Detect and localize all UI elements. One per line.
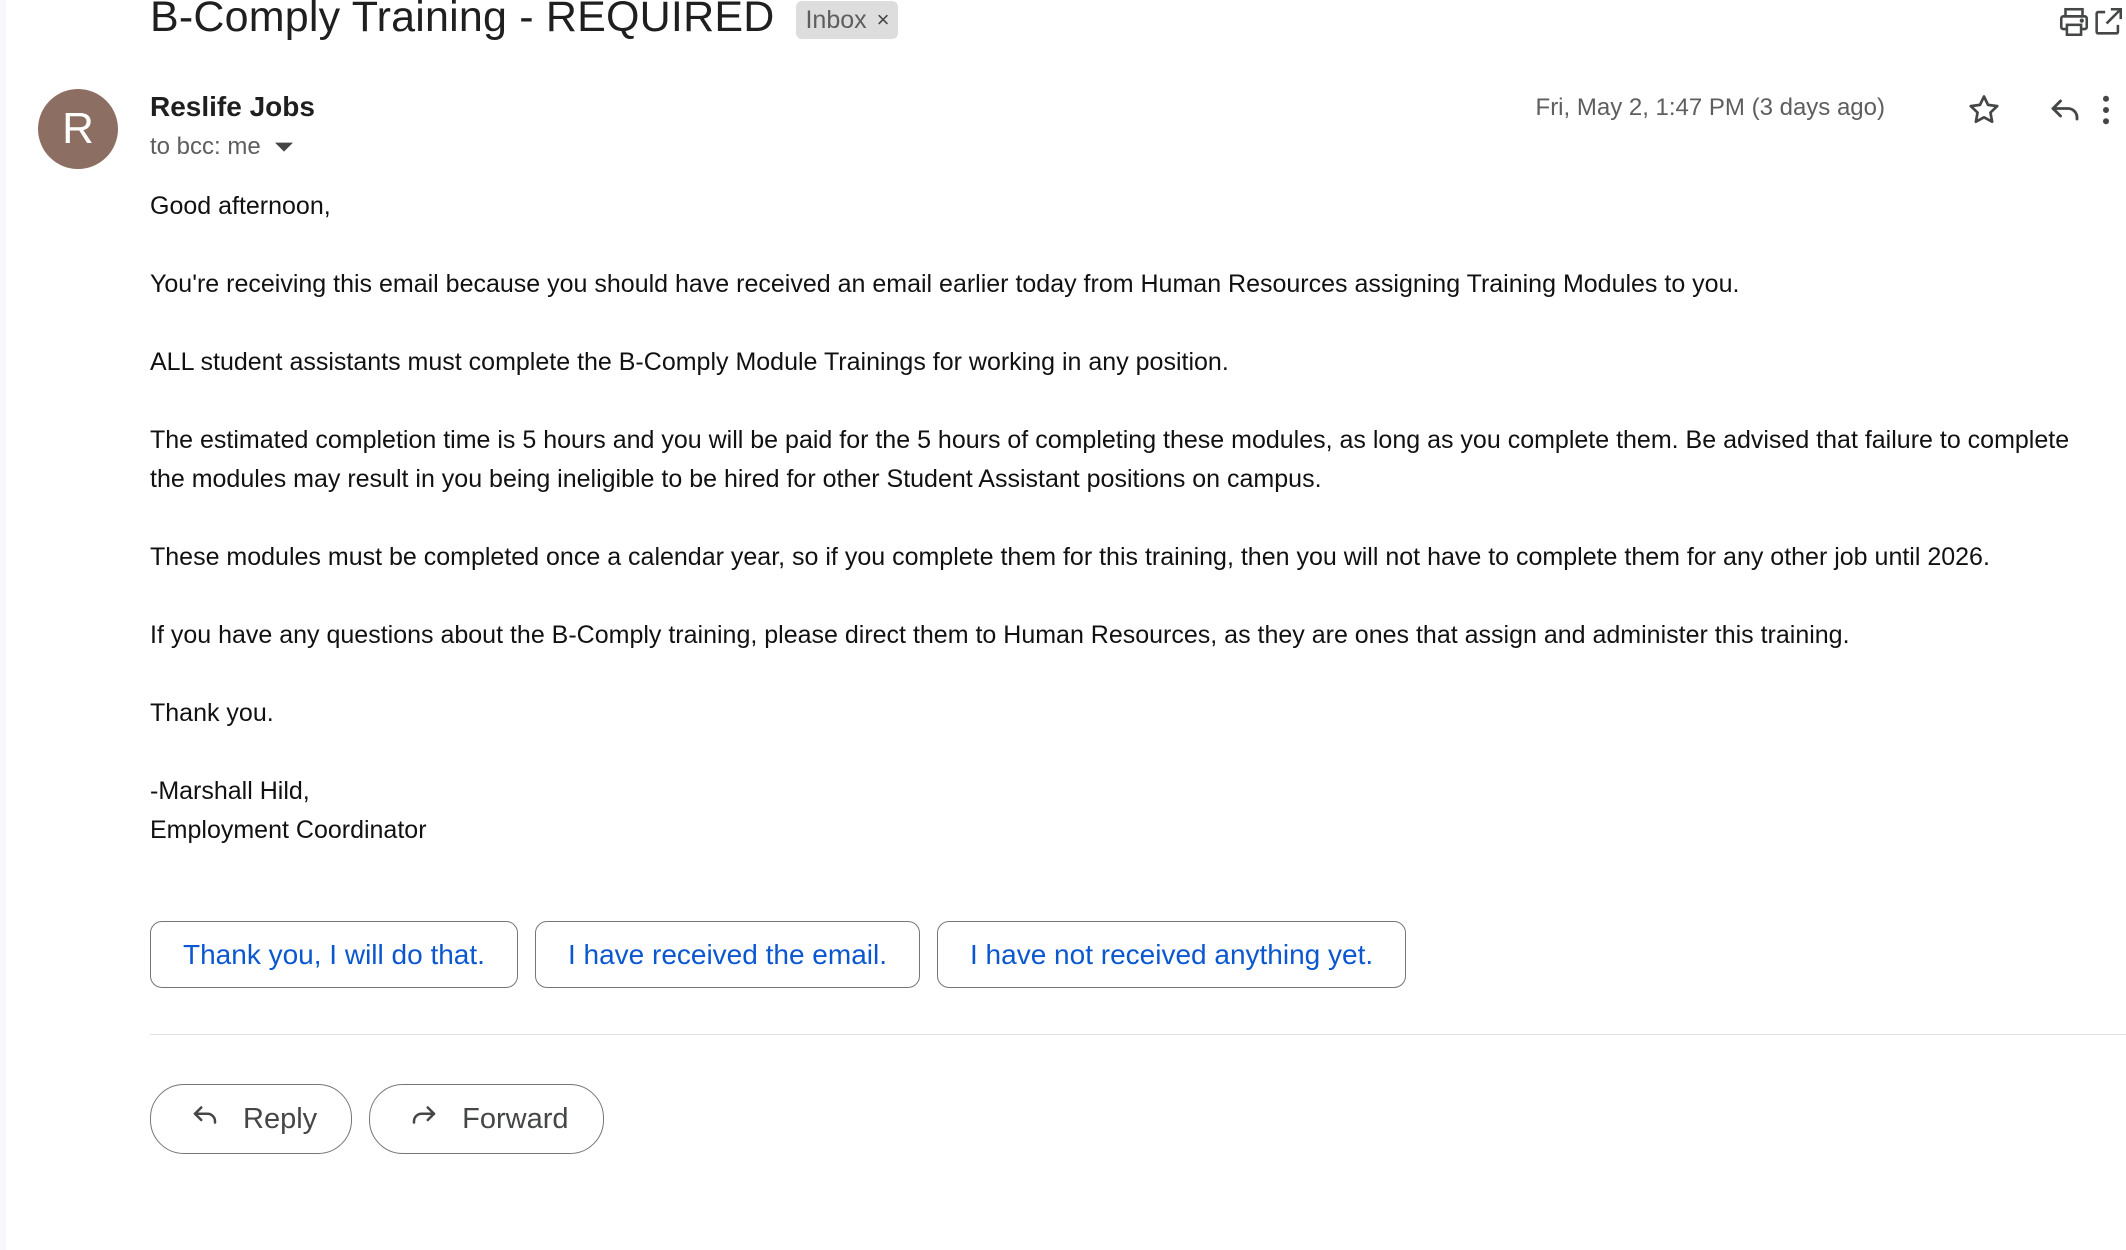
greeting: Good afternoon, [150, 192, 331, 220]
reply-actions: Reply Forward [150, 1084, 604, 1154]
paragraph-completion-time: The estimated completion time is 5 hours… [150, 426, 2070, 493]
paragraph-once-a-year: These modules must be completed once a c… [150, 543, 1990, 571]
reply-button[interactable]: Reply [150, 1084, 353, 1154]
star-icon[interactable] [1962, 88, 2006, 132]
subject-row: B-Comply Training - REQUIRED Inbox × [150, 0, 898, 52]
forward-icon [408, 1100, 440, 1138]
email-date: Fri, May 2, 1:47 PM (3 days ago) [1535, 94, 1885, 121]
smart-reply-button[interactable]: I have received the email. [534, 921, 920, 988]
smart-replies: Thank you, I will do that. I have receiv… [150, 921, 1407, 988]
dropdown-arrow-icon[interactable] [274, 133, 293, 161]
label-name: Inbox [805, 5, 867, 34]
email-subject: B-Comply Training - REQUIRED [150, 0, 775, 41]
smart-reply-button[interactable]: I have not received anything yet. [937, 921, 1407, 988]
thanks: Thank you. [150, 699, 274, 727]
signature-title: Employment Coordinator [150, 816, 427, 844]
forward-button[interactable]: Forward [369, 1084, 604, 1154]
smart-reply-button[interactable]: Thank you, I will do that. [150, 921, 518, 988]
paragraph-questions: If you have any questions about the B-Co… [150, 621, 1850, 649]
recipients-text: to bcc: me [150, 133, 261, 160]
sender-avatar[interactable]: R [38, 89, 118, 169]
divider [150, 1034, 2126, 1035]
signature-name: -Marshall Hild, [150, 777, 310, 805]
remove-label-icon[interactable]: × [877, 7, 890, 33]
recipients: to bcc: me [150, 133, 293, 161]
sender-name[interactable]: Reslife Jobs [150, 91, 315, 123]
reply-icon[interactable] [2043, 88, 2087, 132]
more-vert-icon[interactable] [2084, 88, 2126, 132]
inbox-label-chip[interactable]: Inbox × [796, 1, 898, 39]
left-edge [0, 0, 6, 1250]
reply-label: Reply [243, 1102, 318, 1135]
open-in-new-window-icon[interactable] [2088, 2, 2126, 42]
forward-label: Forward [462, 1102, 569, 1135]
email-body: Good afternoon, You're receiving this em… [150, 187, 2090, 850]
reply-icon [189, 1100, 221, 1138]
paragraph-receiving: You're receiving this email because you … [150, 270, 1740, 298]
paragraph-all-students: ALL student assistants must complete the… [150, 348, 1229, 376]
